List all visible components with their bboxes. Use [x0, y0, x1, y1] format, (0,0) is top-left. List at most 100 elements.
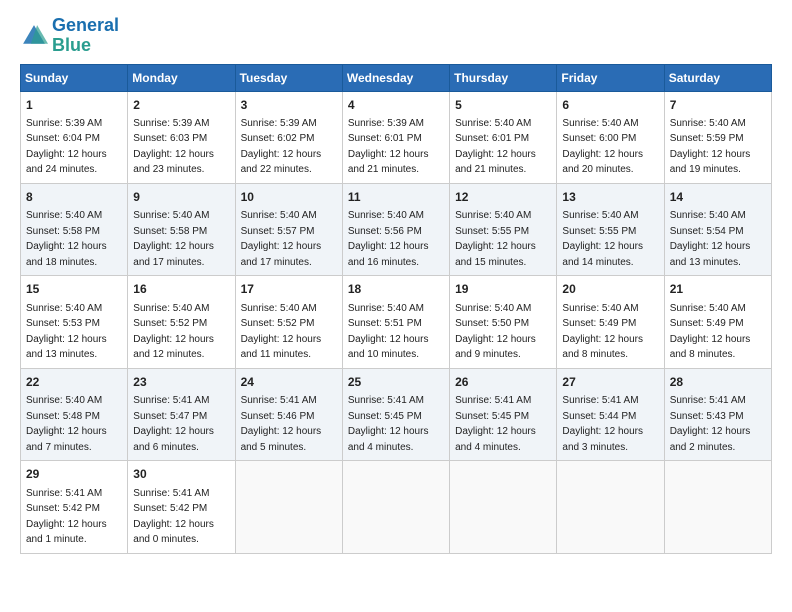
day-number: 15	[26, 281, 122, 298]
day-number: 4	[348, 97, 444, 114]
calendar-day-cell	[235, 461, 342, 553]
day-number: 2	[133, 97, 229, 114]
day-info: Sunrise: 5:41 AMSunset: 5:44 PMDaylight:…	[562, 395, 643, 453]
calendar-day-cell	[342, 461, 449, 553]
day-number: 19	[455, 281, 551, 298]
day-info: Sunrise: 5:39 AMSunset: 6:03 PMDaylight:…	[133, 118, 214, 176]
calendar-day-cell: 9 Sunrise: 5:40 AMSunset: 5:58 PMDaylight…	[128, 183, 235, 275]
day-info: Sunrise: 5:39 AMSunset: 6:02 PMDaylight:…	[241, 118, 322, 176]
day-info: Sunrise: 5:41 AMSunset: 5:42 PMDaylight:…	[26, 488, 107, 546]
calendar-week-row: 1 Sunrise: 5:39 AMSunset: 6:04 PMDaylight…	[21, 91, 772, 183]
day-number: 16	[133, 281, 229, 298]
day-number: 23	[133, 374, 229, 391]
page: General Blue SundayMondayTuesdayWednesda…	[0, 0, 792, 612]
day-number: 3	[241, 97, 337, 114]
calendar-day-cell: 17 Sunrise: 5:40 AMSunset: 5:52 PMDayligh…	[235, 276, 342, 368]
day-info: Sunrise: 5:40 AMSunset: 5:58 PMDaylight:…	[26, 210, 107, 268]
day-info: Sunrise: 5:41 AMSunset: 5:45 PMDaylight:…	[348, 395, 429, 453]
calendar-day-cell: 5 Sunrise: 5:40 AMSunset: 6:01 PMDaylight…	[450, 91, 557, 183]
day-number: 21	[670, 281, 766, 298]
day-info: Sunrise: 5:40 AMSunset: 5:49 PMDaylight:…	[562, 303, 643, 361]
calendar-day-cell	[664, 461, 771, 553]
calendar-day-cell: 16 Sunrise: 5:40 AMSunset: 5:52 PMDayligh…	[128, 276, 235, 368]
logo-icon	[20, 22, 48, 50]
day-number: 1	[26, 97, 122, 114]
calendar-day-cell: 4 Sunrise: 5:39 AMSunset: 6:01 PMDaylight…	[342, 91, 449, 183]
day-info: Sunrise: 5:40 AMSunset: 5:53 PMDaylight:…	[26, 303, 107, 361]
day-info: Sunrise: 5:40 AMSunset: 5:55 PMDaylight:…	[562, 210, 643, 268]
calendar-day-cell: 27Sunrise: 5:41 AMSunset: 5:44 PMDayligh…	[557, 368, 664, 460]
day-info: Sunrise: 5:40 AMSunset: 5:50 PMDaylight:…	[455, 303, 536, 361]
calendar-day-cell: 25 Sunrise: 5:41 AMSunset: 5:45 PMDayligh…	[342, 368, 449, 460]
calendar-table: SundayMondayTuesdayWednesdayThursdayFrid…	[20, 64, 772, 554]
day-number: 17	[241, 281, 337, 298]
calendar-day-cell: 18 Sunrise: 5:40 AMSunset: 5:51 PMDayligh…	[342, 276, 449, 368]
day-number: 30	[133, 466, 229, 483]
day-info: Sunrise: 5:39 AMSunset: 6:04 PMDaylight:…	[26, 118, 107, 176]
day-info: Sunrise: 5:41 AMSunset: 5:46 PMDaylight:…	[241, 395, 322, 453]
calendar-week-row: 29 Sunrise: 5:41 AMSunset: 5:42 PMDayligh…	[21, 461, 772, 553]
day-info: Sunrise: 5:41 AMSunset: 5:43 PMDaylight:…	[670, 395, 751, 453]
day-number: 10	[241, 189, 337, 206]
calendar-week-row: 22 Sunrise: 5:40 AMSunset: 5:48 PMDayligh…	[21, 368, 772, 460]
day-number: 24	[241, 374, 337, 391]
day-number: 5	[455, 97, 551, 114]
calendar-day-cell: 6 Sunrise: 5:40 AMSunset: 6:00 PMDaylight…	[557, 91, 664, 183]
day-number: 29	[26, 466, 122, 483]
header: General Blue	[20, 16, 772, 56]
calendar-day-cell: 20 Sunrise: 5:40 AMSunset: 5:49 PMDayligh…	[557, 276, 664, 368]
weekday-header-wednesday: Wednesday	[342, 64, 449, 91]
calendar-week-row: 15 Sunrise: 5:40 AMSunset: 5:53 PMDayligh…	[21, 276, 772, 368]
day-number: 18	[348, 281, 444, 298]
calendar-day-cell: 11Sunrise: 5:40 AMSunset: 5:56 PMDayligh…	[342, 183, 449, 275]
weekday-header-monday: Monday	[128, 64, 235, 91]
day-info: Sunrise: 5:39 AMSunset: 6:01 PMDaylight:…	[348, 118, 429, 176]
calendar-day-cell: 23 Sunrise: 5:41 AMSunset: 5:47 PMDayligh…	[128, 368, 235, 460]
day-info: Sunrise: 5:40 AMSunset: 5:57 PMDaylight:…	[241, 210, 322, 268]
day-number: 20	[562, 281, 658, 298]
weekday-header-thursday: Thursday	[450, 64, 557, 91]
day-number: 14	[670, 189, 766, 206]
weekday-header-saturday: Saturday	[664, 64, 771, 91]
day-info: Sunrise: 5:40 AMSunset: 5:51 PMDaylight:…	[348, 303, 429, 361]
calendar-day-cell: 30 Sunrise: 5:41 AMSunset: 5:42 PMDayligh…	[128, 461, 235, 553]
weekday-header-sunday: Sunday	[21, 64, 128, 91]
day-number: 22	[26, 374, 122, 391]
day-info: Sunrise: 5:41 AMSunset: 5:47 PMDaylight:…	[133, 395, 214, 453]
day-number: 7	[670, 97, 766, 114]
calendar-day-cell: 8 Sunrise: 5:40 AMSunset: 5:58 PMDaylight…	[21, 183, 128, 275]
day-number: 25	[348, 374, 444, 391]
calendar-day-cell: 19 Sunrise: 5:40 AMSunset: 5:50 PMDayligh…	[450, 276, 557, 368]
logo-text: General Blue	[52, 16, 119, 56]
calendar-day-cell: 2 Sunrise: 5:39 AMSunset: 6:03 PMDaylight…	[128, 91, 235, 183]
day-number: 8	[26, 189, 122, 206]
day-number: 13	[562, 189, 658, 206]
calendar-day-cell: 24 Sunrise: 5:41 AMSunset: 5:46 PMDayligh…	[235, 368, 342, 460]
day-info: Sunrise: 5:40 AMSunset: 5:55 PMDaylight:…	[455, 210, 536, 268]
day-number: 11	[348, 189, 444, 206]
calendar-day-cell: 29 Sunrise: 5:41 AMSunset: 5:42 PMDayligh…	[21, 461, 128, 553]
calendar-day-cell: 12Sunrise: 5:40 AMSunset: 5:55 PMDayligh…	[450, 183, 557, 275]
day-number: 9	[133, 189, 229, 206]
calendar-day-cell: 15 Sunrise: 5:40 AMSunset: 5:53 PMDayligh…	[21, 276, 128, 368]
calendar-day-cell: 28Sunrise: 5:41 AMSunset: 5:43 PMDayligh…	[664, 368, 771, 460]
calendar-day-cell: 14Sunrise: 5:40 AMSunset: 5:54 PMDayligh…	[664, 183, 771, 275]
logo: General Blue	[20, 16, 119, 56]
day-info: Sunrise: 5:40 AMSunset: 5:52 PMDaylight:…	[133, 303, 214, 361]
day-info: Sunrise: 5:41 AMSunset: 5:45 PMDaylight:…	[455, 395, 536, 453]
calendar-day-cell: 1 Sunrise: 5:39 AMSunset: 6:04 PMDaylight…	[21, 91, 128, 183]
calendar-day-cell: 13 Sunrise: 5:40 AMSunset: 5:55 PMDayligh…	[557, 183, 664, 275]
day-info: Sunrise: 5:40 AMSunset: 5:48 PMDaylight:…	[26, 395, 107, 453]
calendar-day-cell: 7Sunrise: 5:40 AMSunset: 5:59 PMDaylight…	[664, 91, 771, 183]
day-info: Sunrise: 5:40 AMSunset: 6:01 PMDaylight:…	[455, 118, 536, 176]
day-info: Sunrise: 5:40 AMSunset: 6:00 PMDaylight:…	[562, 118, 643, 176]
day-info: Sunrise: 5:40 AMSunset: 5:58 PMDaylight:…	[133, 210, 214, 268]
day-info: Sunrise: 5:40 AMSunset: 5:49 PMDaylight:…	[670, 303, 751, 361]
day-info: Sunrise: 5:41 AMSunset: 5:42 PMDaylight:…	[133, 488, 214, 546]
calendar-day-cell: 21 Sunrise: 5:40 AMSunset: 5:49 PMDayligh…	[664, 276, 771, 368]
calendar-day-cell: 22 Sunrise: 5:40 AMSunset: 5:48 PMDayligh…	[21, 368, 128, 460]
calendar-day-cell: 26 Sunrise: 5:41 AMSunset: 5:45 PMDayligh…	[450, 368, 557, 460]
day-number: 6	[562, 97, 658, 114]
day-number: 26	[455, 374, 551, 391]
day-info: Sunrise: 5:40 AMSunset: 5:52 PMDaylight:…	[241, 303, 322, 361]
